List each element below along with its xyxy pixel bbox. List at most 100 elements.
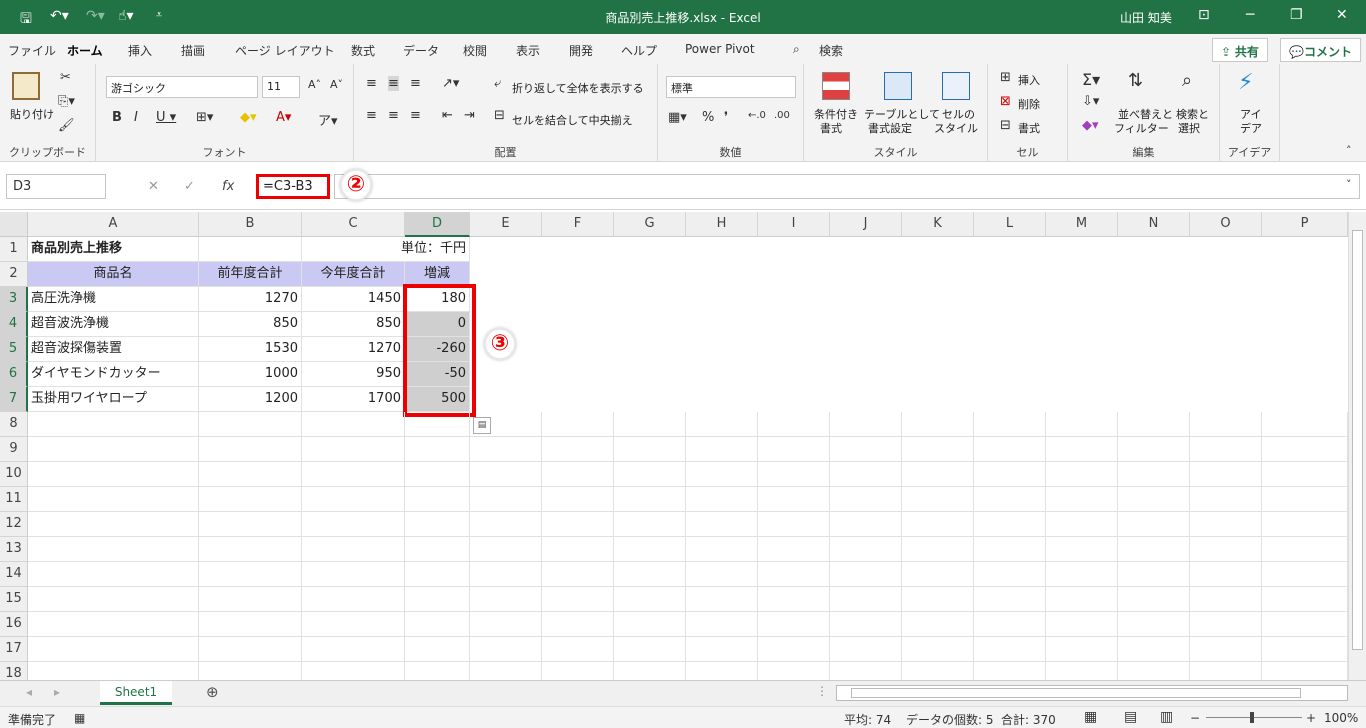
format-painter-icon[interactable]: 🖌 [58, 118, 75, 133]
page-layout-view-icon[interactable]: ▤ [1124, 709, 1137, 725]
copy-icon[interactable]: ⎘▾ [58, 94, 75, 109]
status-average[interactable]: 平均: 74 [844, 711, 891, 728]
cell-c6[interactable]: 950 [302, 362, 405, 387]
column-header-n[interactable]: N [1118, 212, 1190, 237]
horizontal-scrollbar[interactable] [836, 685, 1348, 701]
column-header-j[interactable]: J [830, 212, 902, 237]
zoom-level[interactable]: 100% [1324, 711, 1358, 725]
row-header-8[interactable]: 8 [0, 412, 28, 437]
find-select-label2[interactable]: 選択 [1178, 120, 1200, 136]
status-sum[interactable]: 合計: 370 [1001, 711, 1056, 728]
sort-filter-icon[interactable]: ⇅ [1128, 70, 1143, 91]
ribbon-display-icon[interactable]: ⊡ [1198, 7, 1210, 23]
tab-file[interactable]: ファイル [8, 42, 56, 59]
row-header-6[interactable]: 6 [0, 362, 28, 387]
wrap-text-button[interactable]: 折り返して全体を表示する [512, 80, 644, 96]
sheet-prev-icon[interactable]: ◂ [26, 685, 32, 699]
increase-decimal-icon[interactable]: ←.0 [748, 110, 766, 121]
cell-c3[interactable]: 1450 [302, 287, 405, 312]
percent-icon[interactable]: % [702, 110, 714, 125]
row-header-13[interactable]: 13 [0, 537, 28, 562]
search-icon[interactable]: ⌕ [793, 42, 800, 57]
formula-input-area[interactable] [334, 174, 1360, 199]
sheet-tab-sheet1[interactable]: Sheet1 [100, 681, 172, 705]
merge-center-icon[interactable]: ⊟ [494, 108, 505, 123]
format-cells-icon[interactable]: ⊟ [1000, 118, 1011, 133]
collapse-ribbon-icon[interactable]: ˄ [1346, 144, 1352, 157]
orientation-icon[interactable]: ↗▾ [442, 76, 459, 91]
row-header-2[interactable]: 2 [0, 262, 28, 287]
merge-center-button[interactable]: セルを結合して中央揃え [512, 112, 633, 128]
normal-view-icon[interactable]: ▦ [1084, 709, 1097, 725]
cell-c4[interactable]: 850 [302, 312, 405, 337]
format-table-icon[interactable] [884, 72, 912, 100]
align-middle-icon[interactable]: ≡ [388, 76, 399, 91]
decrease-decimal-icon[interactable]: .00 [774, 110, 790, 121]
cell-c7[interactable]: 1700 [302, 387, 405, 412]
align-right-icon[interactable]: ≡ [410, 108, 421, 123]
column-header-o[interactable]: O [1190, 212, 1262, 237]
paste-button[interactable]: 貼り付け [10, 106, 54, 122]
cell-b6[interactable]: 1000 [199, 362, 302, 387]
tab-insert[interactable]: 挿入 [128, 42, 152, 59]
phonetic-icon[interactable]: ア▾ [318, 110, 338, 129]
status-count[interactable]: データの個数: 5 [906, 711, 994, 728]
delete-cells-icon[interactable]: ⊠ [1000, 94, 1011, 109]
column-header-f[interactable]: F [542, 212, 614, 237]
font-color-icon[interactable]: A▾ [276, 110, 291, 125]
zoom-out-icon[interactable]: − [1190, 711, 1200, 725]
column-header-d[interactable]: D [405, 212, 470, 237]
ideas-icon[interactable]: ⚡ [1238, 70, 1253, 95]
select-all-corner[interactable] [0, 212, 28, 237]
maximize-icon[interactable]: ❐ [1290, 7, 1303, 23]
decrease-indent-icon[interactable]: ⇤ [442, 108, 453, 123]
cell-a3[interactable]: 高圧洗浄機 [28, 287, 199, 312]
column-header-l[interactable]: L [974, 212, 1046, 237]
cell-a4[interactable]: 超音波洗浄機 [28, 312, 199, 337]
cut-icon[interactable]: ✂ [60, 70, 71, 85]
cell-c2[interactable]: 今年度合計 [302, 262, 405, 287]
tab-search[interactable]: 検索 [819, 42, 843, 59]
format-cells-button[interactable]: 書式 [1018, 120, 1040, 136]
tab-data[interactable]: データ [403, 42, 439, 59]
share-button[interactable]: ⇪ 共有 [1212, 38, 1268, 62]
enter-icon[interactable]: ✓ [184, 179, 195, 194]
cell-styles-label2[interactable]: スタイル [934, 120, 978, 136]
column-header-e[interactable]: E [470, 212, 542, 237]
font-grow-icon[interactable]: A˄ [308, 78, 321, 91]
sheet-next-icon[interactable]: ▸ [54, 685, 60, 699]
horizontal-scroll-thumb[interactable] [851, 688, 1301, 698]
cell-a7[interactable]: 玉掛用ワイヤロープ [28, 387, 199, 412]
align-bottom-icon[interactable]: ≡ [410, 76, 421, 91]
macro-record-icon[interactable]: ▦ [74, 711, 85, 725]
cell-b1[interactable] [199, 237, 302, 262]
ideas-label2[interactable]: デア [1240, 120, 1262, 136]
number-format-select[interactable]: 標準 [666, 76, 796, 98]
fill-color-icon[interactable]: ◆▾ [240, 110, 257, 125]
increase-indent-icon[interactable]: ⇥ [464, 108, 475, 123]
cell-a2[interactable]: 商品名 [28, 262, 199, 287]
comma-icon[interactable]: ❜ [724, 110, 728, 125]
cell-c5[interactable]: 1270 [302, 337, 405, 362]
minimize-icon[interactable]: ─ [1246, 7, 1254, 23]
paste-icon[interactable] [12, 72, 40, 100]
insert-function-icon[interactable]: fx [222, 179, 234, 194]
name-box[interactable]: D3 [6, 174, 106, 199]
column-header-p[interactable]: P [1262, 212, 1348, 237]
cancel-icon[interactable]: ✕ [148, 179, 159, 194]
sort-filter-label2[interactable]: フィルター [1114, 120, 1169, 136]
cell-c1[interactable]: 単位：千円 [302, 237, 470, 262]
find-select-icon[interactable]: ⌕ [1182, 70, 1192, 91]
cell-b4[interactable]: 850 [199, 312, 302, 337]
font-name-select[interactable]: 游ゴシック [106, 76, 258, 98]
column-header-b[interactable]: B [199, 212, 302, 237]
vertical-scrollbar[interactable] [1348, 212, 1366, 680]
add-sheet-icon[interactable]: ⊕ [206, 683, 219, 701]
row-header-14[interactable]: 14 [0, 562, 28, 587]
align-center-icon[interactable]: ≡ [388, 108, 399, 123]
clear-icon[interactable]: ◆▾ [1082, 118, 1099, 133]
bold-icon[interactable]: B [112, 110, 122, 125]
fill-icon[interactable]: ⇩▾ [1082, 94, 1099, 109]
splitter-icon[interactable]: ⋮ [816, 684, 828, 698]
column-header-i[interactable]: I [758, 212, 830, 237]
